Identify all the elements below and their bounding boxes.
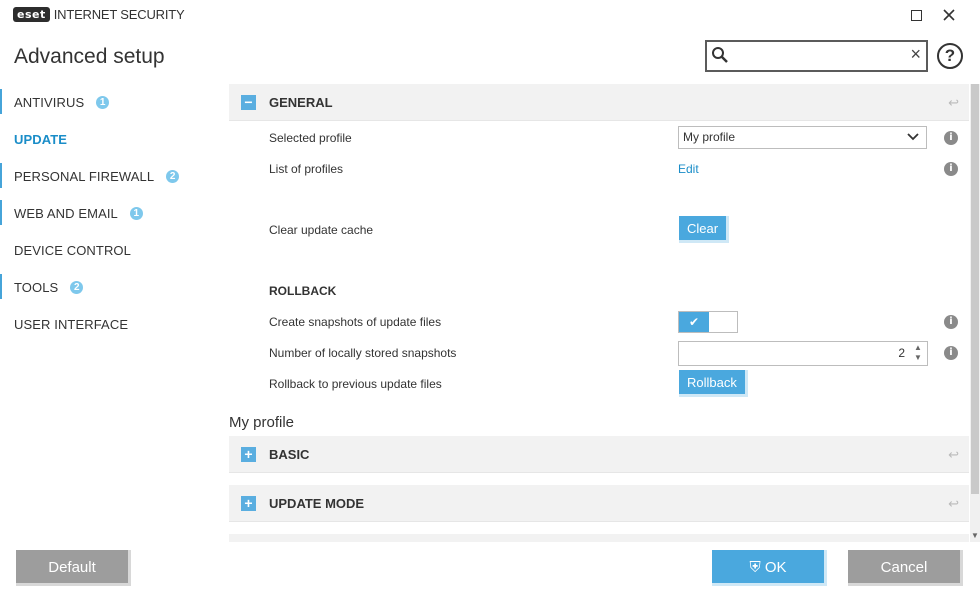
ok-button[interactable]: ⛨ OK <box>712 550 827 586</box>
notification-badge: 2 <box>70 281 84 294</box>
sidebar-item-label: WEB AND EMAIL <box>14 206 118 221</box>
sidebar: ANTIVIRUS 1 UPDATE PERSONAL FIREWALL 2 W… <box>0 84 215 343</box>
sidebar-item-personal-firewall[interactable]: PERSONAL FIREWALL 2 <box>0 158 215 195</box>
setting-label: Selected profile <box>269 131 352 145</box>
sidebar-item-label: USER INTERFACE <box>14 317 129 332</box>
setting-row-clear-cache: Clear update cache Clear <box>229 215 969 246</box>
section-general-header[interactable]: − GENERAL ↩ <box>229 84 969 121</box>
section-title: UPDATE MODE <box>269 495 365 511</box>
setting-label: Clear update cache <box>269 223 374 237</box>
shield-icon: ⛨ <box>749 559 761 576</box>
sidebar-item-update[interactable]: UPDATE <box>0 121 215 158</box>
search-input[interactable] <box>733 46 903 66</box>
close-window-button[interactable] <box>937 4 961 26</box>
notification-badge: 1 <box>96 96 110 109</box>
settings-panel: − GENERAL ↩ Selected profile My profile … <box>229 84 969 542</box>
info-icon[interactable]: i <box>944 315 958 329</box>
sidebar-item-label: UPDATE <box>14 132 68 147</box>
sidebar-item-antivirus[interactable]: ANTIVIRUS 1 <box>0 84 215 121</box>
profile-heading: My profile <box>229 414 295 431</box>
setting-label: Create snapshots of update files <box>269 315 442 329</box>
stepper-arrows[interactable]: ▲ ▼ <box>913 343 923 363</box>
info-icon[interactable]: i <box>944 131 958 145</box>
page-title: Advanced setup <box>14 45 165 68</box>
info-icon[interactable]: i <box>944 162 958 176</box>
revert-icon[interactable]: ↩ <box>948 447 959 463</box>
setting-label: Rollback to previous update files <box>269 377 442 391</box>
ok-label: OK <box>764 559 787 576</box>
cancel-button[interactable]: Cancel <box>848 550 963 586</box>
stepper-value: 2 <box>898 346 905 360</box>
section-title: GENERAL <box>269 94 333 110</box>
sidebar-item-label: TOOLS <box>14 280 59 295</box>
setting-row-create-snapshots: Create snapshots of update files ✔ i <box>229 307 969 338</box>
info-icon[interactable]: i <box>944 346 958 360</box>
collapse-icon[interactable]: − <box>241 94 256 110</box>
sidebar-item-tools[interactable]: TOOLS 2 <box>0 269 215 306</box>
sidebar-item-device-control[interactable]: DEVICE CONTROL <box>0 232 215 269</box>
section-next-header[interactable] <box>229 534 969 542</box>
setting-label: Number of locally stored snapshots <box>269 346 457 360</box>
setting-row-selected-profile: Selected profile My profile i <box>229 123 969 154</box>
edit-profiles-link[interactable]: Edit <box>678 162 699 176</box>
section-update-mode-header[interactable]: + UPDATE MODE ↩ <box>229 485 969 522</box>
search-box[interactable]: × <box>705 40 928 72</box>
check-icon: ✔ <box>679 312 709 332</box>
selected-profile-dropdown[interactable]: My profile <box>678 126 927 149</box>
help-button[interactable]: ? <box>937 43 963 69</box>
rollback-button[interactable]: Rollback <box>679 370 748 397</box>
notification-badge: 1 <box>129 207 143 220</box>
maximize-button[interactable] <box>904 4 928 26</box>
default-button[interactable]: Default <box>16 550 131 586</box>
sidebar-item-web-and-email[interactable]: WEB AND EMAIL 1 <box>0 195 215 232</box>
snapshots-count-stepper[interactable]: 2 ▲ ▼ <box>678 341 928 366</box>
revert-icon[interactable]: ↩ <box>948 496 959 512</box>
scrollbar[interactable]: ▼ <box>970 84 980 542</box>
sidebar-item-label: ANTIVIRUS <box>14 95 85 110</box>
clear-button[interactable]: Clear <box>679 216 730 243</box>
setting-row-list-of-profiles: List of profiles Edit i <box>229 154 969 185</box>
rollback-heading: ROLLBACK <box>269 284 337 298</box>
setting-row-rollback: Rollback to previous update files Rollba… <box>229 369 969 400</box>
sidebar-item-label: DEVICE CONTROL <box>14 243 131 258</box>
clear-search-icon[interactable]: × <box>910 44 921 65</box>
section-basic-header[interactable]: + BASIC ↩ <box>229 436 969 473</box>
expand-icon[interactable]: + <box>241 495 256 511</box>
expand-icon[interactable]: + <box>241 446 256 462</box>
dropdown-value: My profile <box>683 130 736 144</box>
close-icon <box>943 9 955 21</box>
search-icon <box>712 47 728 63</box>
sidebar-item-label: PERSONAL FIREWALL <box>14 169 155 184</box>
eset-logo-badge: eset <box>13 7 50 22</box>
maximize-icon <box>910 9 922 21</box>
snapshots-toggle[interactable]: ✔ <box>678 311 738 333</box>
app-logo: eset INTERNET SECURITY <box>13 7 185 22</box>
setting-row-num-snapshots: Number of locally stored snapshots 2 ▲ ▼ … <box>229 338 969 369</box>
scroll-down-icon[interactable]: ▼ <box>970 531 980 541</box>
scrollbar-thumb[interactable] <box>971 84 979 494</box>
product-name: INTERNET SECURITY <box>53 7 185 22</box>
sidebar-item-user-interface[interactable]: USER INTERFACE <box>0 306 215 343</box>
notification-badge: 2 <box>166 170 180 183</box>
section-title: BASIC <box>269 446 310 462</box>
chevron-down-icon <box>907 133 919 141</box>
revert-icon[interactable]: ↩ <box>948 95 959 111</box>
setting-label: List of profiles <box>269 162 344 176</box>
